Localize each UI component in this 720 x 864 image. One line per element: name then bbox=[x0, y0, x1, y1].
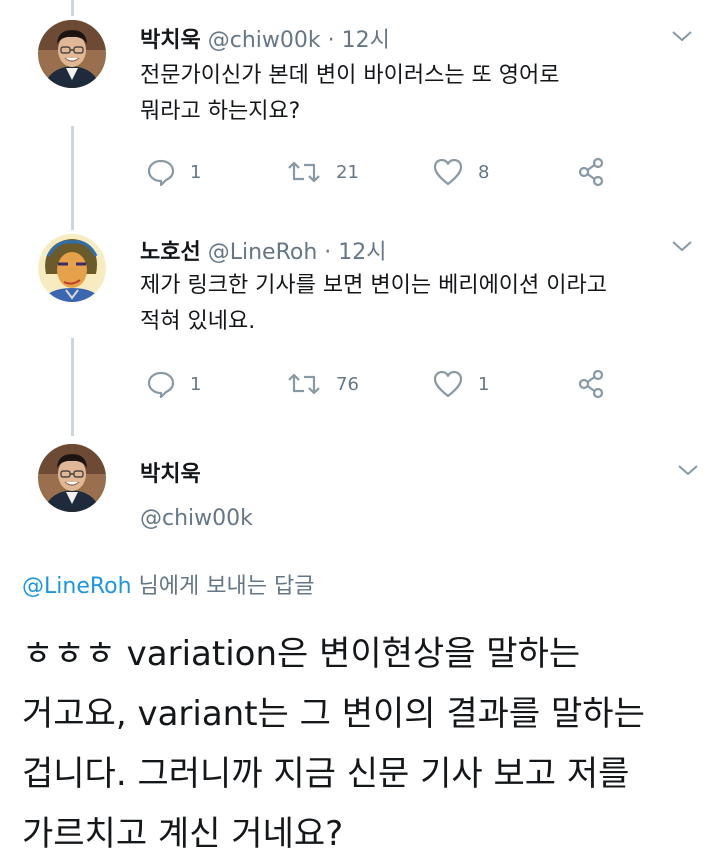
tweet-text-line: 뭐라고 하는지요? bbox=[140, 99, 301, 124]
tweet-text: 제가 링크한 기사를 보면 변이는 베리에이션 이라고 적혀 있네요. bbox=[140, 268, 607, 340]
profile-photo-icon bbox=[38, 20, 106, 88]
user-handle[interactable]: @chiw00k bbox=[208, 28, 321, 53]
display-name[interactable]: 박치욱 bbox=[140, 456, 201, 488]
tweet-text-line: ㅎㅎㅎ variation은 변이현상을 말하는 bbox=[22, 634, 581, 674]
reply-count: 1 bbox=[190, 373, 202, 395]
timestamp[interactable]: 12시 bbox=[342, 28, 390, 53]
tweet-text-line: 전문가이신가 본데 변이 바이러스는 또 영어로 bbox=[140, 63, 560, 88]
display-name[interactable]: 노호선 bbox=[140, 240, 201, 265]
thread-line bbox=[71, 338, 74, 436]
user-handle[interactable]: @LineRoh bbox=[208, 240, 318, 265]
retweet-count: 21 bbox=[336, 161, 359, 183]
chevron-down-icon[interactable] bbox=[676, 462, 700, 478]
share-button[interactable] bbox=[576, 156, 608, 188]
illustrated-portrait-icon bbox=[38, 234, 106, 302]
tweet-text-line: 겁니다. 그러니까 지금 신문 기사 보고 저를 bbox=[22, 754, 630, 794]
tweet-header: 박치욱 @chiw00k · 12시 bbox=[140, 22, 390, 54]
like-button[interactable]: 1 bbox=[432, 368, 489, 400]
avatar[interactable] bbox=[38, 234, 106, 302]
thread-line bbox=[71, 126, 74, 230]
tweet-actions: 1 21 8 bbox=[140, 156, 620, 188]
reply-icon bbox=[147, 371, 175, 399]
tweet-header: 노호선 @LineRoh · 12시 bbox=[140, 234, 387, 266]
reply-icon bbox=[147, 159, 175, 187]
retweet-button[interactable]: 76 bbox=[286, 368, 359, 400]
retweet-icon bbox=[288, 161, 320, 183]
tweet-text: 전문가이신가 본데 변이 바이러스는 또 영어로 뭐라고 하는지요? bbox=[140, 58, 560, 130]
timestamp[interactable]: 12시 bbox=[338, 240, 386, 265]
tweet-actions: 1 76 1 bbox=[140, 368, 620, 400]
separator-dot: · bbox=[324, 240, 332, 265]
like-icon bbox=[433, 158, 463, 186]
like-count: 8 bbox=[478, 161, 490, 183]
separator-dot: · bbox=[327, 28, 335, 53]
tweet-text-line: 거고요, variant는 그 변이의 결과를 말하는 bbox=[22, 694, 645, 734]
retweet-count: 76 bbox=[336, 373, 359, 395]
like-count: 1 bbox=[478, 373, 490, 395]
tweet-text: ㅎㅎㅎ variation은 변이현상을 말하는 거고요, variant는 그… bbox=[22, 624, 712, 864]
retweet-button[interactable]: 21 bbox=[286, 156, 359, 188]
chevron-down-icon[interactable] bbox=[670, 28, 694, 44]
share-icon bbox=[578, 157, 604, 187]
thread-line bbox=[71, 0, 74, 16]
mention-link[interactable]: @LineRoh bbox=[22, 574, 132, 599]
reply-button[interactable]: 1 bbox=[146, 368, 201, 400]
avatar[interactable] bbox=[38, 444, 106, 512]
chevron-down-icon[interactable] bbox=[670, 238, 694, 254]
reply-count: 1 bbox=[190, 161, 202, 183]
tweet-text-line: 제가 링크한 기사를 보면 변이는 베리에이션 이라고 bbox=[140, 273, 608, 298]
user-handle[interactable]: @chiw00k bbox=[140, 506, 253, 531]
share-icon bbox=[578, 369, 604, 399]
tweet-text-line: 가르치고 계신 거네요? bbox=[22, 814, 344, 854]
share-button[interactable] bbox=[576, 368, 608, 400]
reply-context-label: 님에게 보내는 답글 bbox=[131, 574, 315, 599]
display-name[interactable]: 박치욱 bbox=[140, 28, 201, 53]
reply-context: @LineRoh 님에게 보내는 답글 bbox=[22, 568, 314, 600]
like-button[interactable]: 8 bbox=[432, 156, 489, 188]
avatar[interactable] bbox=[38, 20, 106, 88]
tweet-text-line: 적혀 있네요. bbox=[140, 309, 256, 334]
profile-photo-icon bbox=[38, 444, 106, 512]
reply-button[interactable]: 1 bbox=[146, 156, 201, 188]
retweet-icon bbox=[288, 373, 320, 395]
like-icon bbox=[433, 370, 463, 398]
